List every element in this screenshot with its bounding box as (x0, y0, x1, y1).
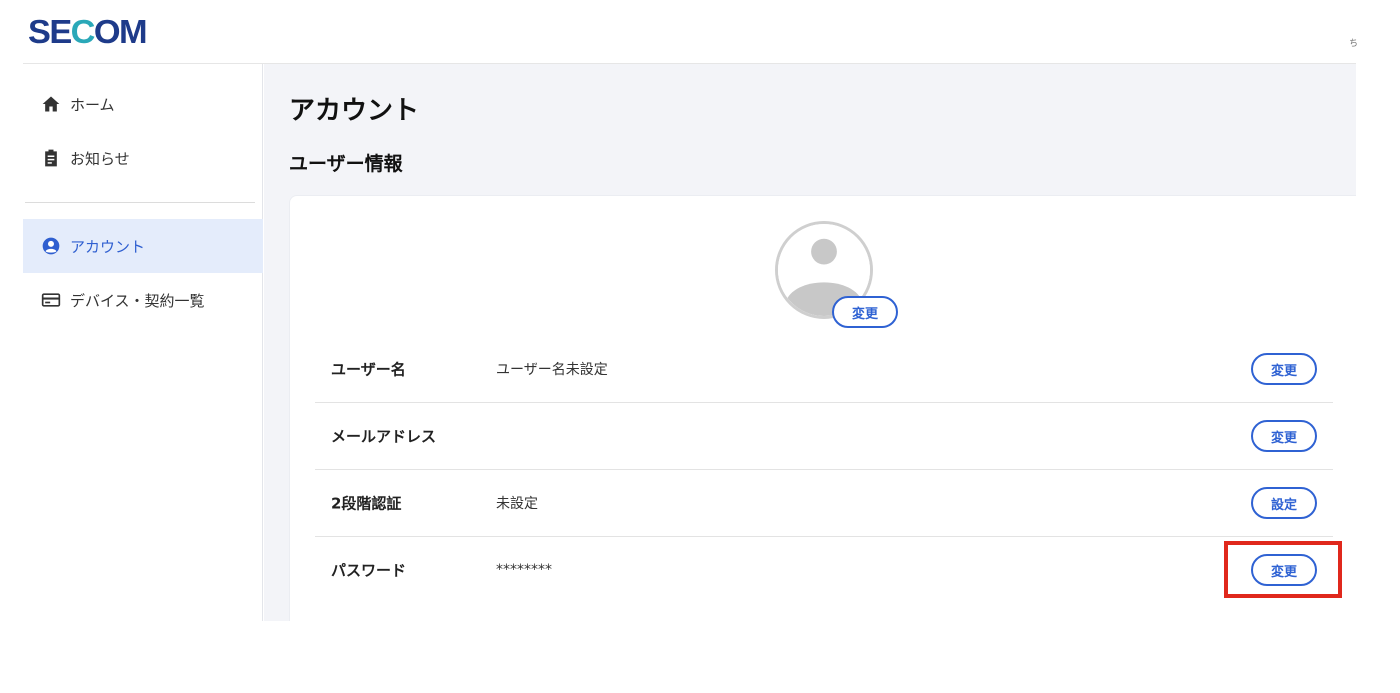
password-value: ******** (496, 562, 552, 578)
username-label: ユーザー名 (331, 360, 406, 379)
password-label: パスワード (331, 561, 407, 580)
logo-text-se: SE (28, 13, 72, 50)
logo-text-om: OM (93, 13, 148, 50)
email-label: メールアドレス (331, 427, 437, 446)
sidebar-item-devices[interactable]: デバイス・契約一覧 (23, 273, 263, 327)
sidebar: ホーム お知らせ アカウント デバイス・契約一覧 (23, 64, 263, 621)
row-two-factor: 2段階認証 未設定 設定 (315, 470, 1333, 536)
section-title: ユーザー情報 (289, 153, 403, 175)
logo-text-c: C (70, 13, 96, 50)
page-title: アカウント (289, 96, 420, 126)
user-info-card: 変更 ユーザー名 ユーザー名未設定 変更 メールアドレス 変更 2段階認証 未設… (289, 195, 1356, 621)
username-value: ユーザー名未設定 (496, 362, 608, 378)
two-factor-label: 2段階認証 (331, 494, 402, 513)
account-circle-icon (42, 237, 60, 255)
home-icon (42, 96, 60, 112)
sidebar-item-label: デバイス・契約一覧 (70, 291, 205, 310)
sidebar-item-account[interactable]: アカウント (23, 219, 263, 273)
header-corner-text: ち (1348, 39, 1358, 49)
clipboard-icon (45, 149, 57, 167)
two-factor-value: 未設定 (496, 496, 538, 512)
change-username-button[interactable]: 変更 (1251, 353, 1317, 385)
row-password: パスワード ******** 変更 (315, 537, 1333, 603)
setup-two-factor-button[interactable]: 設定 (1251, 487, 1317, 519)
sidebar-item-home[interactable]: ホーム (23, 77, 263, 131)
sidebar-item-label: ホーム (70, 95, 115, 114)
highlight-box (1224, 541, 1342, 598)
row-email: メールアドレス 変更 (315, 403, 1333, 469)
sidebar-item-label: お知らせ (70, 149, 130, 168)
sidebar-item-news[interactable]: お知らせ (23, 131, 263, 185)
sidebar-divider (25, 202, 255, 203)
row-username: ユーザー名 ユーザー名未設定 変更 (315, 336, 1333, 402)
secom-logo[interactable]: SE C OM (28, 13, 148, 50)
card-icon (41, 293, 61, 307)
sidebar-item-label: アカウント (70, 237, 146, 256)
change-email-button[interactable]: 変更 (1251, 420, 1317, 452)
change-avatar-button[interactable]: 変更 (832, 296, 898, 328)
main-content: アカウント ユーザー情報 変更 ユーザー名 ユーザー名未設定 変更 メールアドレ… (264, 64, 1356, 621)
